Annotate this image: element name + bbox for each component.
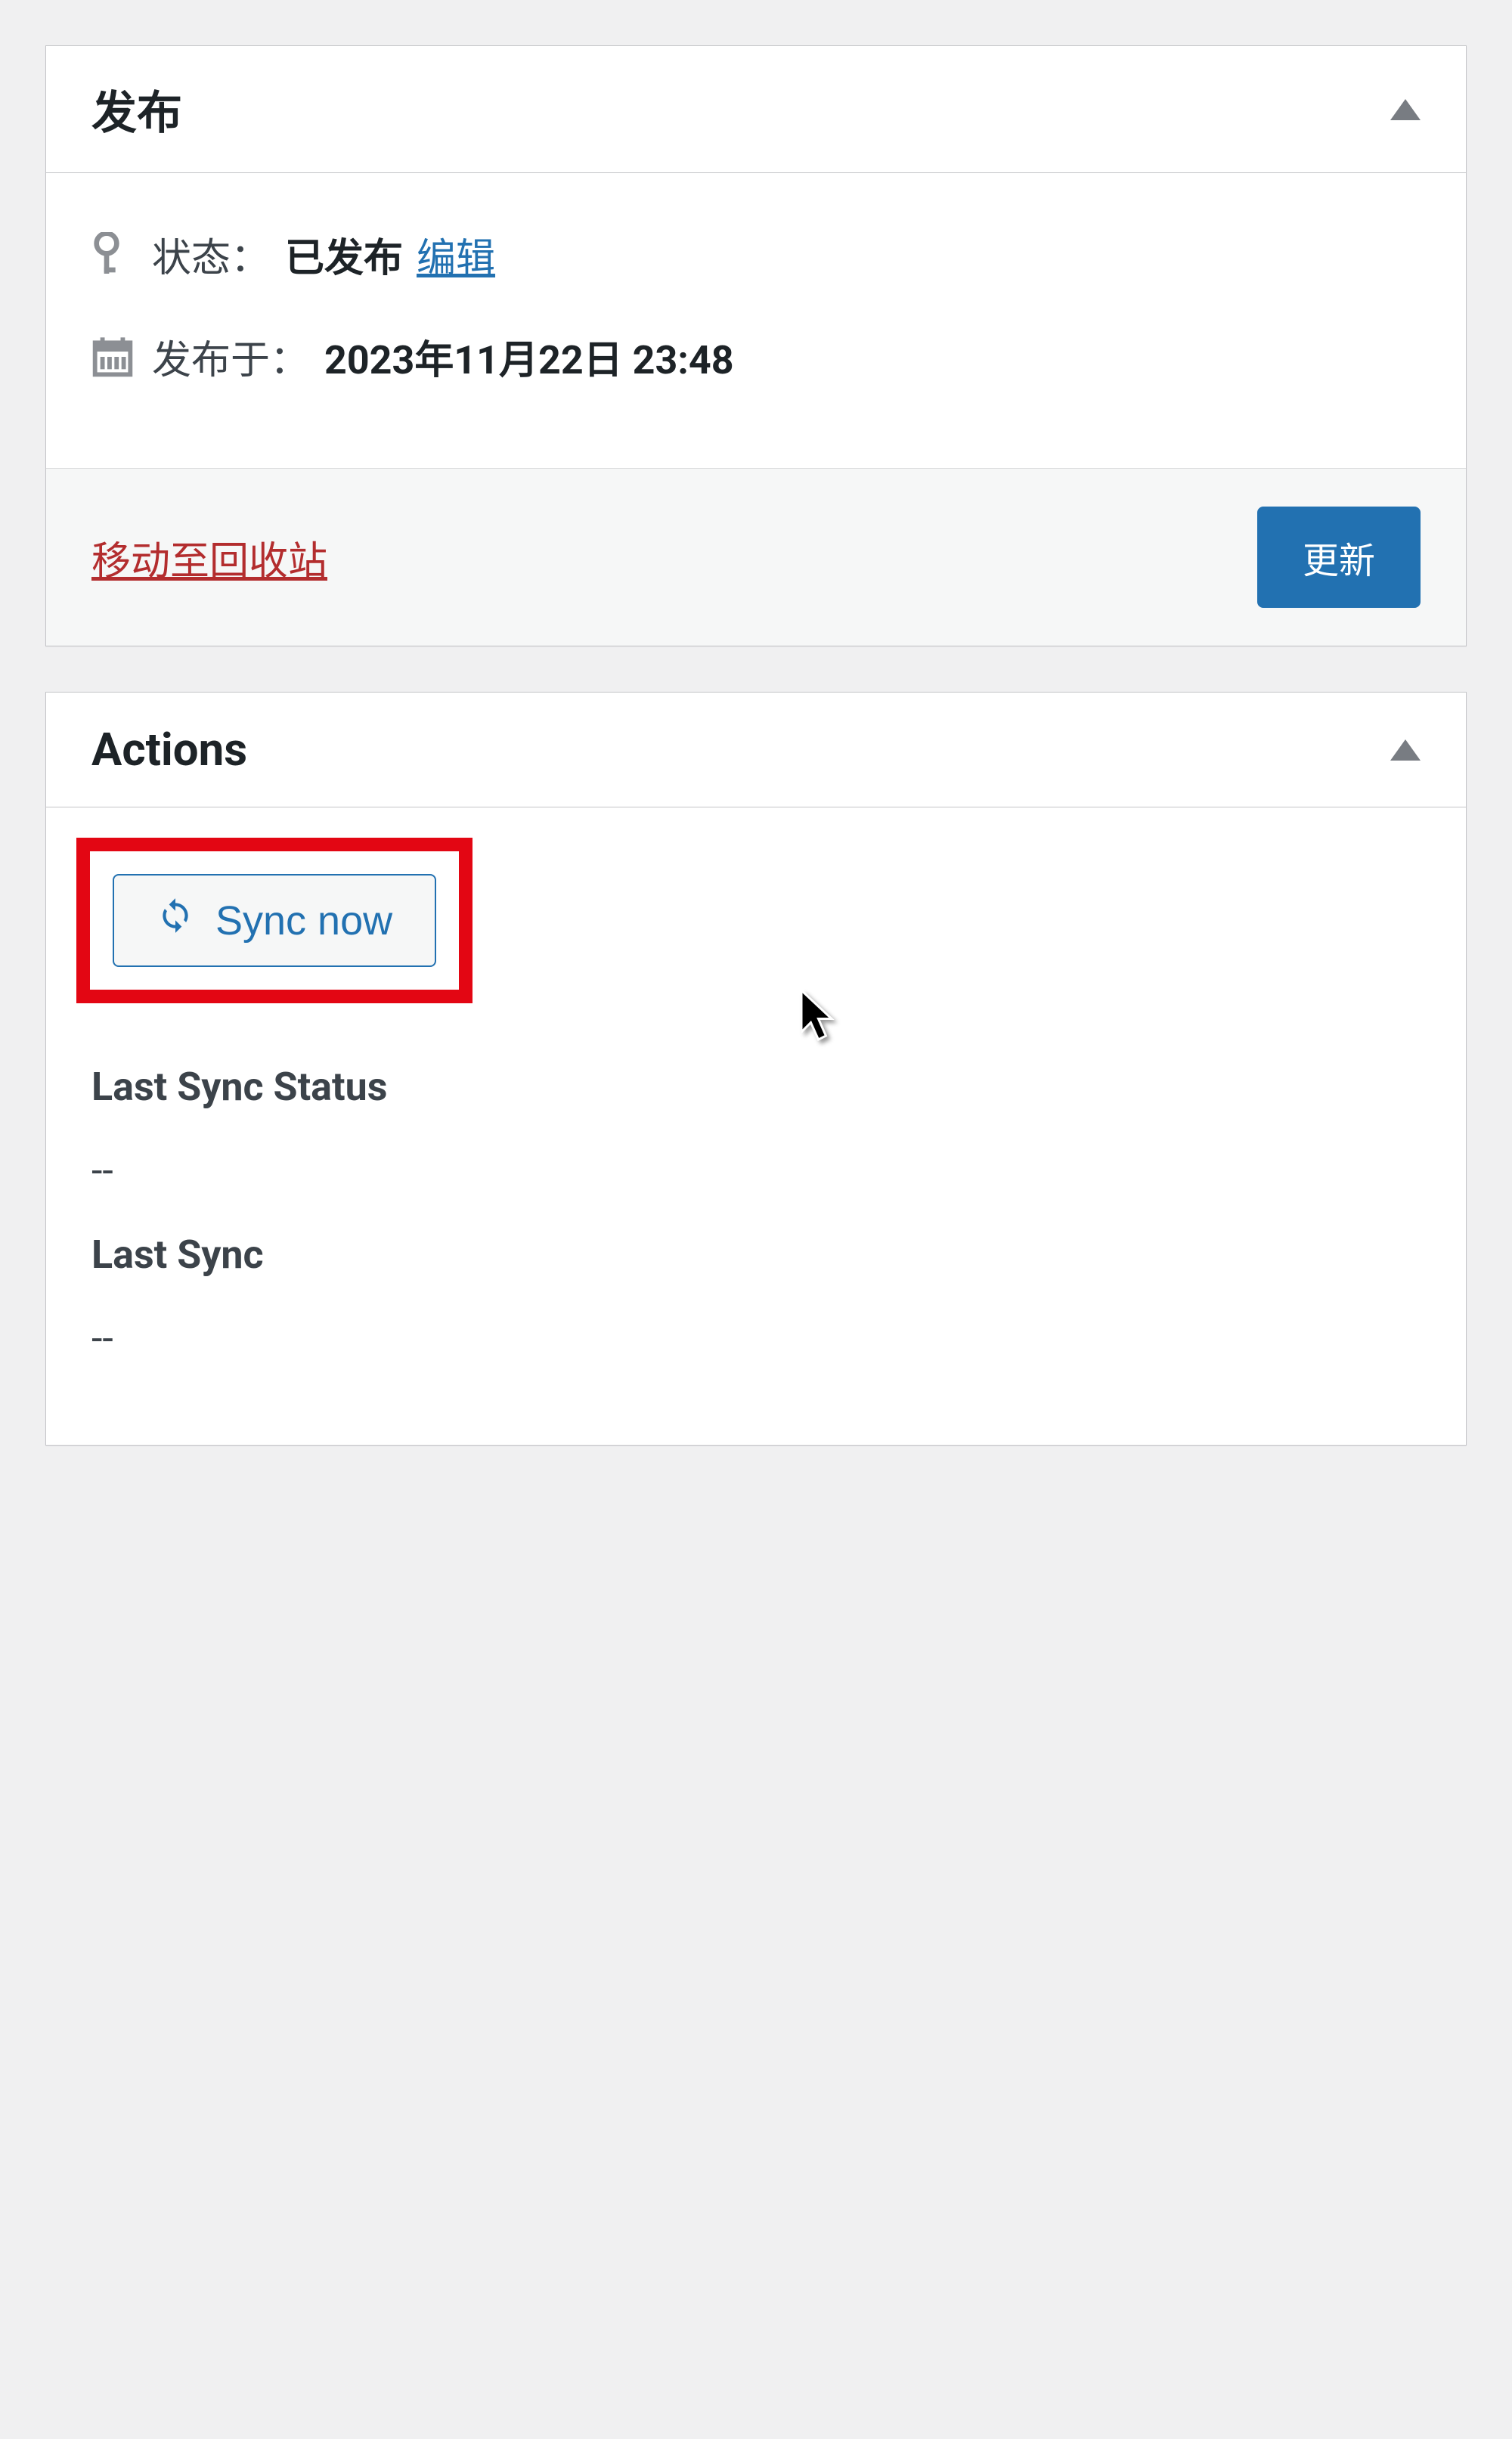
collapse-up-icon xyxy=(1390,99,1421,120)
status-label: 状态： xyxy=(152,226,270,283)
actions-metabox: Actions Sync now Last Sync Status -- Las… xyxy=(45,692,1467,1446)
move-to-trash-link[interactable]: 移动至回收站 xyxy=(91,529,327,586)
publish-metabox-header[interactable]: 发布 xyxy=(46,46,1466,173)
last-sync-status-value: -- xyxy=(76,1148,1436,1194)
actions-metabox-body: Sync now Last Sync Status -- Last Sync -… xyxy=(46,807,1466,1445)
publish-date-value: 2023年11月22日 23:48 xyxy=(324,328,734,385)
status-row: 状态： 已发布 编辑 xyxy=(91,226,1421,283)
edit-status-link[interactable]: 编辑 xyxy=(417,226,495,283)
actions-metabox-title: Actions xyxy=(91,723,247,776)
calendar-icon xyxy=(91,336,152,378)
last-sync-value: -- xyxy=(76,1316,1436,1362)
publish-metabox-body: 状态： 已发布 编辑 发布于： xyxy=(46,173,1466,468)
sync-now-highlight: Sync now xyxy=(76,838,472,1003)
sync-now-button[interactable]: Sync now xyxy=(113,874,436,967)
status-value: 已发布 xyxy=(285,226,403,283)
sync-icon xyxy=(156,897,194,944)
sync-now-label: Sync now xyxy=(215,897,392,944)
last-sync-status-label: Last Sync Status xyxy=(76,1064,1436,1110)
key-icon xyxy=(91,232,152,277)
collapse-up-icon xyxy=(1390,739,1421,761)
update-button[interactable]: 更新 xyxy=(1257,507,1421,608)
publish-on-label: 发布于： xyxy=(152,328,309,385)
publish-metabox: 发布 状态： 已发布 编辑 xyxy=(45,45,1467,646)
publish-metabox-footer: 移动至回收站 更新 xyxy=(46,468,1466,646)
actions-metabox-header[interactable]: Actions xyxy=(46,693,1466,807)
last-sync-label: Last Sync xyxy=(76,1232,1436,1278)
publish-metabox-title: 发布 xyxy=(91,76,182,142)
publish-date-row: 发布于： 2023年11月22日 23:48 xyxy=(91,328,1421,385)
